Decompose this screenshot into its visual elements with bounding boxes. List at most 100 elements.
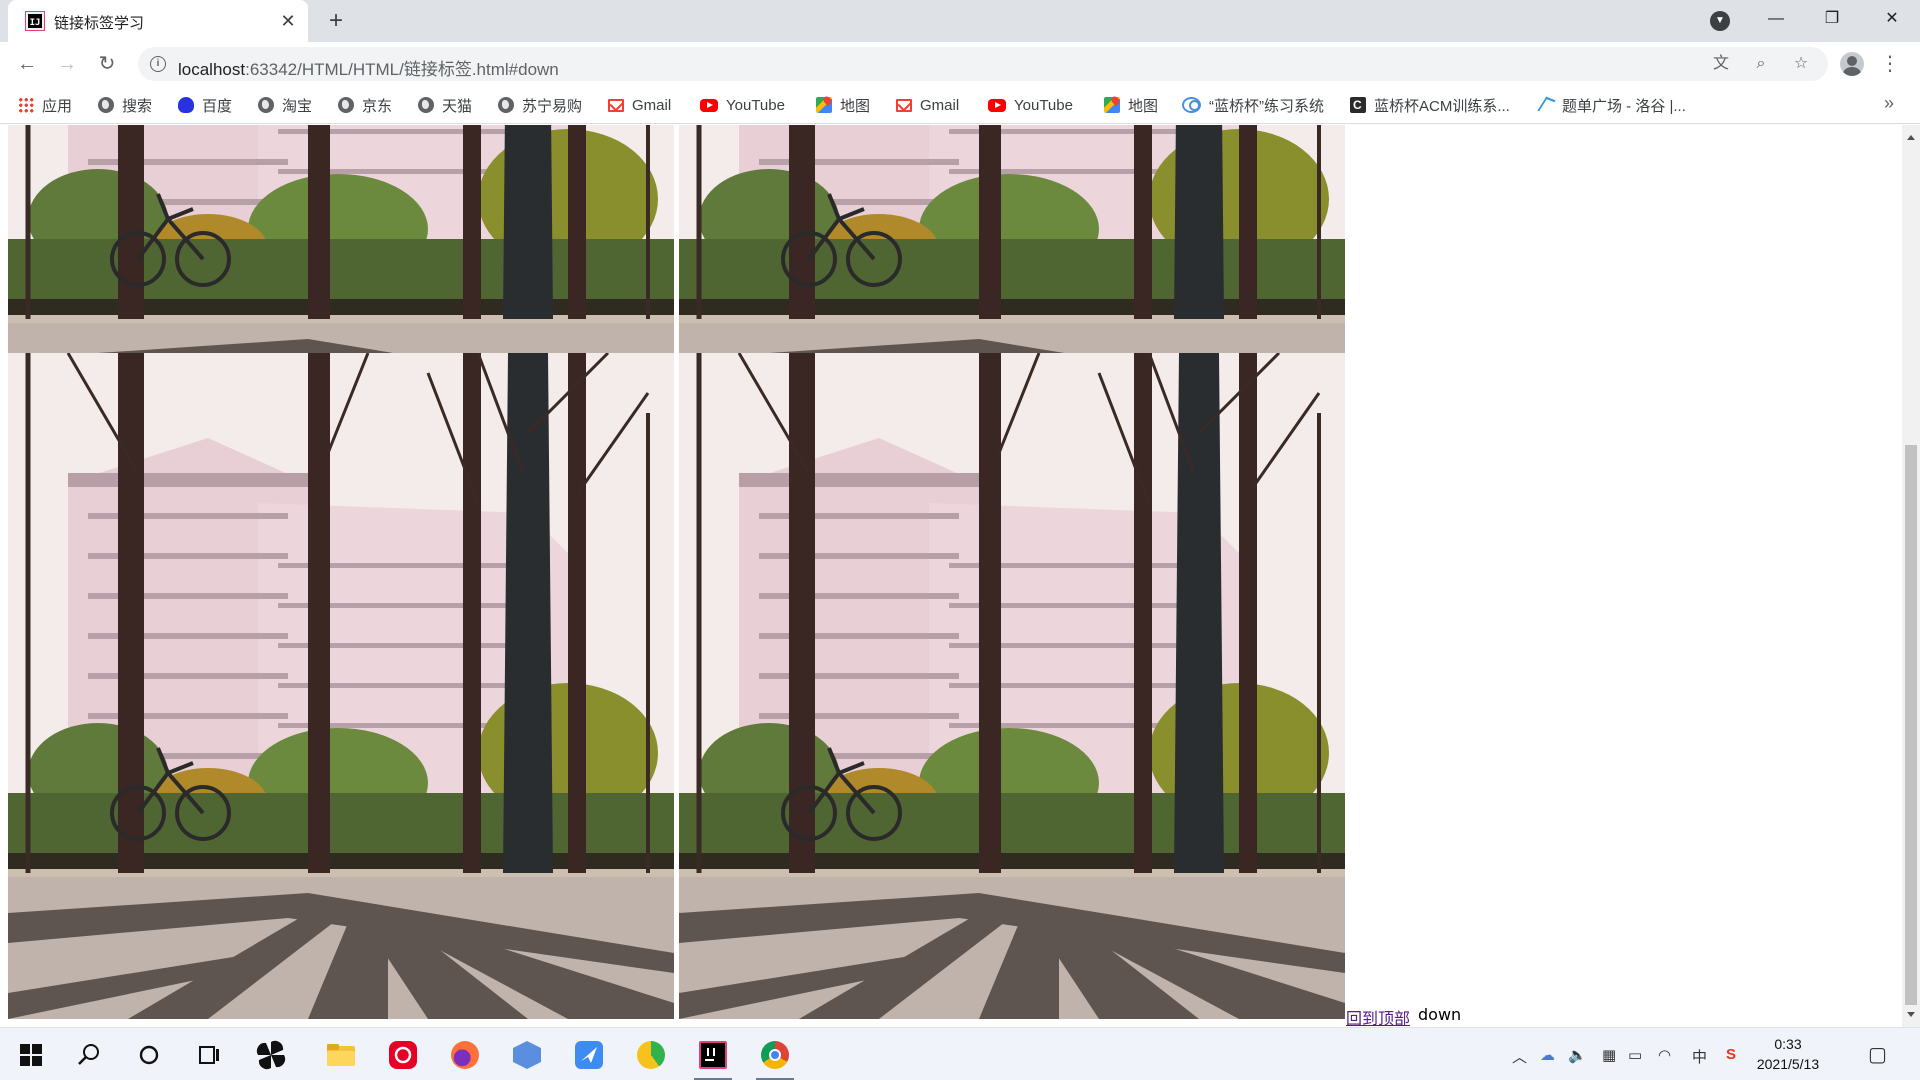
pinwheel-app-icon <box>256 1040 286 1070</box>
chrome-icon <box>761 1041 789 1069</box>
search-icon <box>78 1044 99 1065</box>
tray-cloud-icon[interactable]: ☁ <box>1540 1046 1555 1064</box>
taskbar-netease-music[interactable] <box>380 1034 426 1076</box>
site-info-icon[interactable]: i <box>150 56 166 72</box>
tray-battery-icon[interactable]: ▭ <box>1628 1046 1642 1064</box>
gmail-icon <box>608 98 624 112</box>
task-view-button[interactable] <box>186 1034 232 1076</box>
clock-time: 0:33 <box>1774 1036 1802 1052</box>
tray-volume-icon[interactable]: 🔈 <box>1568 1046 1587 1064</box>
page-scrollbar[interactable] <box>1902 125 1920 1027</box>
intellij-icon <box>699 1041 727 1069</box>
campus-photo-image <box>8 353 674 1019</box>
tray-ime-indicator[interactable]: 中 <box>1692 1046 1707 1067</box>
scroll-down-arrow-icon[interactable] <box>1907 1012 1915 1017</box>
cortana-button[interactable] <box>126 1034 172 1076</box>
globe-icon <box>498 97 514 113</box>
url-text[interactable]: localhost:63342/HTML/HTML/链接标签.html#down <box>178 55 559 80</box>
profile-avatar[interactable] <box>1840 52 1864 76</box>
task-view-icon <box>199 1046 219 1064</box>
netease-music-icon <box>389 1041 417 1069</box>
bookmark-taobao[interactable]: 淘宝 <box>258 94 312 116</box>
green-yellow-app-icon <box>637 1041 665 1069</box>
bookmark-gmail[interactable]: Gmail <box>608 94 671 116</box>
firefox-icon <box>451 1041 479 1069</box>
back-to-top-link[interactable]: 回到顶部 <box>1346 1005 1410 1027</box>
bookmark-star-icon[interactable]: ☆ <box>1790 53 1812 75</box>
browser-menu-icon[interactable]: ⋮ <box>1880 51 1900 77</box>
down-anchor-text: down <box>1418 1005 1462 1024</box>
taskbar-vpn-app[interactable] <box>504 1034 550 1076</box>
translate-icon[interactable]: 文 <box>1710 53 1732 75</box>
bookmark-apps[interactable]: 应用 <box>18 94 72 116</box>
baidu-icon <box>178 97 194 113</box>
lanqiao-icon <box>1182 97 1201 113</box>
c-icon <box>1350 97 1366 113</box>
gmail-icon <box>896 98 912 112</box>
maps-icon <box>816 97 832 113</box>
minimize-button[interactable]: — <box>1748 0 1804 38</box>
close-window-button[interactable]: ✕ <box>1864 0 1920 38</box>
globe-icon <box>338 97 354 113</box>
taskbar-intellij[interactable] <box>690 1034 736 1080</box>
new-tab-button[interactable]: + <box>322 8 350 36</box>
bookmark-gmail-2[interactable]: Gmail <box>896 94 959 116</box>
shield-app-icon <box>513 1041 541 1069</box>
tab-title: 链接标签学习 <box>54 14 145 32</box>
bookmark-jd[interactable]: 京东 <box>338 94 392 116</box>
tray-app-icon[interactable]: ▦ <box>1602 1046 1616 1064</box>
taskbar-file-explorer[interactable] <box>318 1034 364 1076</box>
scrollbar-thumb[interactable] <box>1905 445 1917 1005</box>
taskbar-app-green[interactable] <box>628 1034 674 1076</box>
campus-photo <box>679 353 1345 1019</box>
reload-icon[interactable]: ↻ <box>92 49 122 79</box>
taskbar-app-pinwheel[interactable] <box>248 1034 294 1076</box>
bookmark-suning[interactable]: 苏宁易购 <box>498 94 582 116</box>
tray-sogou-icon[interactable]: S <box>1726 1046 1736 1063</box>
forward-arrow-icon[interactable]: → <box>52 49 82 79</box>
campus-photo-image <box>679 353 1345 1019</box>
bookmark-baidu[interactable]: 百度 <box>178 94 232 116</box>
bird-app-icon <box>575 1041 603 1069</box>
bookmark-lanqiao-acm[interactable]: 蓝桥杯ACM训练系... <box>1350 94 1510 116</box>
windows-taskbar: ︿ ☁ 🔈 ▦ ▭ ◠ 中 S 0:33 2021/5/13 ▢ <box>0 1027 1920 1080</box>
youtube-icon <box>988 98 1006 112</box>
maps-icon <box>1104 97 1120 113</box>
tab-strip: IJ 链接标签学习 ✕ + ▼ — ❐ ✕ <box>0 0 1920 42</box>
windows-logo-icon <box>20 1044 42 1066</box>
close-tab-icon[interactable]: ✕ <box>276 9 300 33</box>
bookmark-maps[interactable]: 地图 <box>816 94 870 116</box>
bookmark-luogu[interactable]: 题单广场 - 洛谷 |... <box>1538 94 1686 116</box>
back-arrow-icon[interactable]: ← <box>12 49 42 79</box>
globe-icon <box>98 97 114 113</box>
taskbar-chrome[interactable] <box>752 1034 798 1080</box>
address-bar[interactable]: i localhost:63342/HTML/HTML/链接标签.html#do… <box>138 47 1828 81</box>
bookmark-lanqiao[interactable]: “蓝桥杯”练习系统 <box>1182 94 1324 116</box>
tray-wifi-icon[interactable]: ◠ <box>1658 1046 1671 1064</box>
tray-chevron-up-icon[interactable]: ︿ <box>1512 1046 1527 1067</box>
taskbar-firefox[interactable] <box>442 1034 488 1076</box>
page-viewport: 回到顶部 down <box>0 125 1902 1027</box>
restore-button[interactable]: ❐ <box>1804 0 1860 38</box>
campus-photo <box>8 353 674 1019</box>
clock-date: 2021/5/13 <box>1756 1056 1820 1072</box>
start-button[interactable] <box>8 1034 54 1076</box>
taskbar-clock[interactable]: 0:33 2021/5/13 <box>1740 1034 1836 1074</box>
bookmark-youtube-2[interactable]: YouTube <box>988 94 1073 116</box>
cortana-icon <box>139 1045 159 1065</box>
bookmark-tmall[interactable]: 天猫 <box>418 94 472 116</box>
apps-icon <box>18 97 34 113</box>
zoom-icon[interactable]: ⌕ <box>1750 53 1772 75</box>
bookmark-maps-2[interactable]: 地图 <box>1104 94 1158 116</box>
notification-center-icon[interactable]: ▢ <box>1868 1042 1887 1067</box>
intellij-favicon-icon: IJ <box>25 11 45 31</box>
bookmarks-overflow-icon[interactable]: » <box>1884 93 1894 114</box>
bookmark-youtube[interactable]: YouTube <box>700 94 785 116</box>
tab-search-icon[interactable]: ▼ <box>1710 11 1730 31</box>
active-tab[interactable]: IJ 链接标签学习 ✕ <box>8 0 308 42</box>
search-button[interactable] <box>66 1034 112 1076</box>
scroll-up-arrow-icon[interactable] <box>1907 135 1915 140</box>
taskbar-feishu[interactable] <box>566 1034 612 1076</box>
luogu-icon <box>1538 97 1554 113</box>
bookmark-search[interactable]: 搜索 <box>98 94 152 116</box>
